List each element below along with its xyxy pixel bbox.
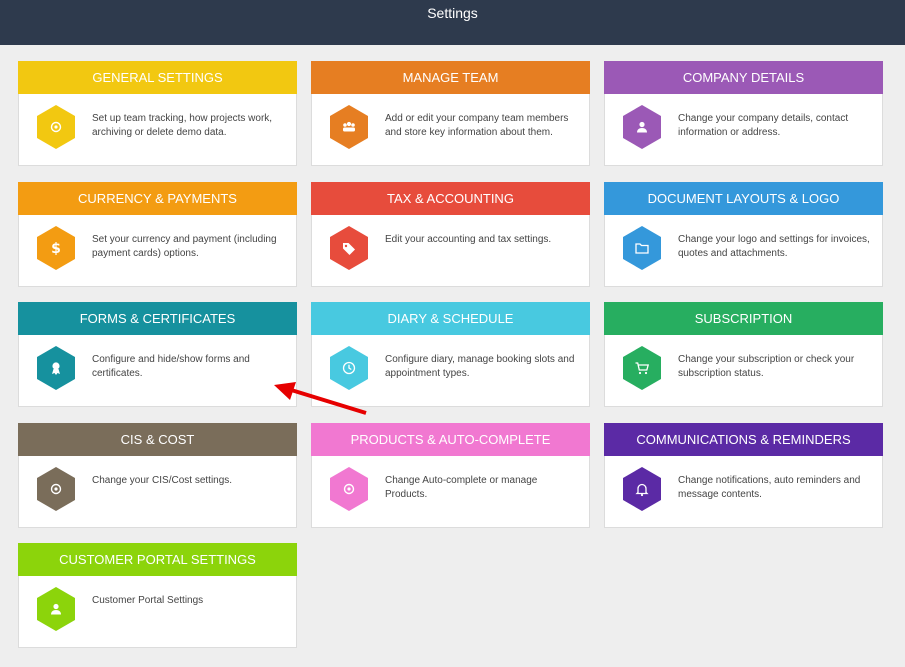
gear-icon	[330, 467, 368, 511]
card-title: COMMUNICATIONS & REMINDERS	[604, 423, 883, 456]
card-description: Edit your accounting and tax settings.	[385, 234, 552, 245]
svg-text:$: $	[51, 241, 61, 256]
settings-card-tax-and-accounting[interactable]: TAX & ACCOUNTING Edit your accounting and…	[311, 182, 590, 287]
card-title: MANAGE TEAM	[311, 61, 590, 94]
red-arrow-annotation	[274, 382, 367, 415]
gear-icon	[37, 105, 75, 149]
settings-card-manage-team[interactable]: MANAGE TEAM Add or edit your company team…	[311, 61, 590, 166]
page-title: Settings	[427, 5, 478, 21]
card-title: SUBSCRIPTION	[604, 302, 883, 335]
top-bar: Settings	[0, 0, 905, 45]
card-title: PRODUCTS & AUTO-COMPLETE	[311, 423, 590, 456]
card-description: Configure diary, manage booking slots an…	[385, 354, 575, 379]
settings-card-cis-and-cost[interactable]: CIS & COST Change your CIS/Cost settings.	[18, 423, 297, 528]
settings-card-communications-and-reminders[interactable]: COMMUNICATIONS & REMINDERS Change notific…	[604, 423, 883, 528]
card-description: Change your logo and settings for invoic…	[678, 234, 870, 259]
settings-card-customer-portal-settings[interactable]: CUSTOMER PORTAL SETTINGS Customer Portal …	[18, 543, 297, 648]
award-icon	[37, 346, 75, 390]
card-description: Set up team tracking, how projects work,…	[92, 113, 273, 138]
dollar-icon: $	[37, 226, 75, 270]
card-description: Change notifications, auto reminders and…	[678, 475, 861, 500]
gear-icon	[37, 467, 75, 511]
card-title: TAX & ACCOUNTING	[311, 182, 590, 215]
settings-card-forms-and-certificates[interactable]: FORMS & CERTIFICATES Configure and hide/s…	[18, 302, 297, 407]
folder-icon	[623, 226, 661, 270]
settings-card-products-and-auto-complete[interactable]: PRODUCTS & AUTO-COMPLETE Change Auto-comp…	[311, 423, 590, 528]
person-icon	[37, 587, 75, 631]
settings-card-company-details[interactable]: COMPANY DETAILS Change your company detai…	[604, 61, 883, 166]
person-icon	[623, 105, 661, 149]
card-description: Change your CIS/Cost settings.	[92, 475, 233, 486]
card-description: Set your currency and payment (including…	[92, 234, 277, 259]
tag-icon	[330, 226, 368, 270]
card-title: DOCUMENT LAYOUTS & LOGO	[604, 182, 883, 215]
card-title: COMPANY DETAILS	[604, 61, 883, 94]
card-title: CIS & COST	[18, 423, 297, 456]
settings-card-subscription[interactable]: SUBSCRIPTION Change your subscription or …	[604, 302, 883, 407]
bell-icon	[623, 467, 661, 511]
card-title: FORMS & CERTIFICATES	[18, 302, 297, 335]
card-title: CUSTOMER PORTAL SETTINGS	[18, 543, 297, 576]
card-title: DIARY & SCHEDULE	[311, 302, 590, 335]
card-description: Change Auto-complete or manage Products.	[385, 475, 538, 500]
cart-icon	[623, 346, 661, 390]
card-title: CURRENCY & PAYMENTS	[18, 182, 297, 215]
card-description: Configure and hide/show forms and certif…	[92, 354, 250, 379]
card-description: Change your subscription or check your s…	[678, 354, 855, 379]
team-icon	[330, 105, 368, 149]
card-description: Add or edit your company team members an…	[385, 113, 569, 138]
settings-card-currency-and-payments[interactable]: CURRENCY & PAYMENTS $ Set your currency an…	[18, 182, 297, 287]
settings-card-general-settings[interactable]: GENERAL SETTINGS Set up team tracking, ho…	[18, 61, 297, 166]
card-description: Change your company details, contact inf…	[678, 113, 849, 138]
card-title: GENERAL SETTINGS	[18, 61, 297, 94]
card-description: Customer Portal Settings	[92, 595, 204, 606]
settings-card-document-layouts-and-logo[interactable]: DOCUMENT LAYOUTS & LOGO Change your logo …	[604, 182, 883, 287]
